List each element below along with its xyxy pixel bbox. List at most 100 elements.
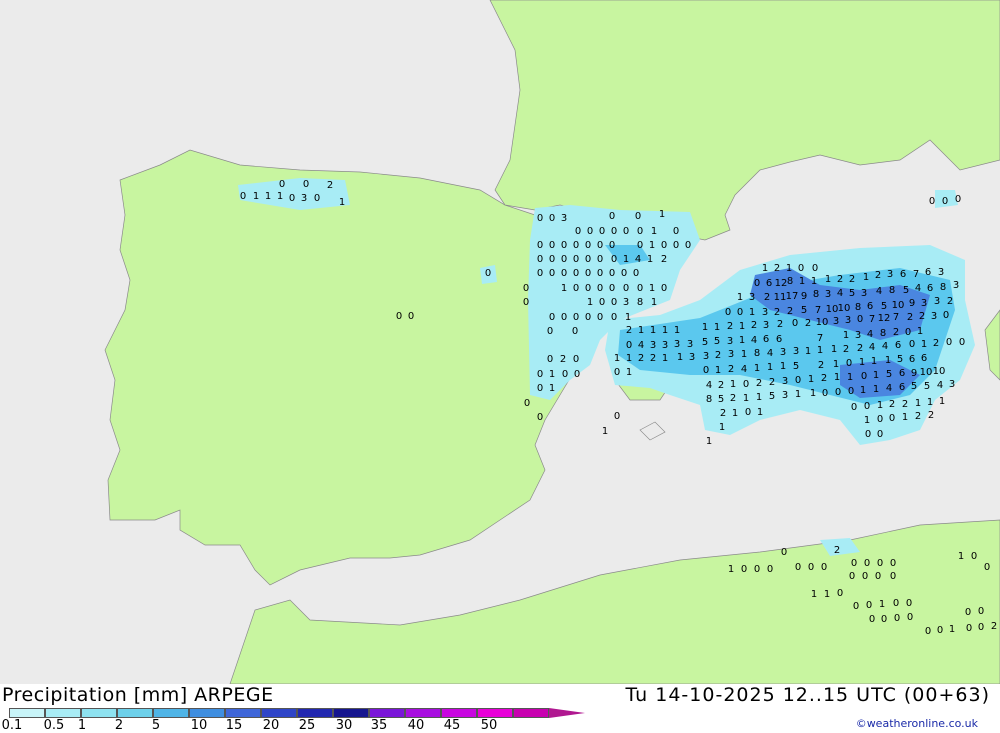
precip-value: 1 xyxy=(638,325,644,336)
precip-value: 0 xyxy=(547,326,553,337)
precip-value: 1 xyxy=(834,372,840,383)
precip-value: 0 xyxy=(633,268,639,279)
legend-label: 35 xyxy=(370,718,388,733)
precip-value: 0 xyxy=(864,558,870,569)
precip-value: 1 xyxy=(743,393,749,404)
precip-value: 2 xyxy=(720,408,726,419)
precip-value: 1 xyxy=(795,389,801,400)
precip-value: 2 xyxy=(889,399,895,410)
precip-value: 3 xyxy=(687,339,693,350)
legend-label: 2 xyxy=(114,718,124,733)
precip-value: 0 xyxy=(561,268,567,279)
precip-value: 1 xyxy=(799,276,805,287)
precip-value: 0 xyxy=(537,213,543,224)
precip-value: 0 xyxy=(703,365,709,376)
precip-value: 0 xyxy=(846,358,852,369)
precip-value: 2 xyxy=(907,312,913,323)
legend-label: 30 xyxy=(335,718,353,733)
precip-value: 0 xyxy=(597,240,603,251)
precip-value: 0 xyxy=(614,411,620,422)
precip-value: 3 xyxy=(762,307,768,318)
precip-value: 3 xyxy=(301,193,307,204)
precip-value: 7 xyxy=(817,333,823,344)
precip-value: 1 xyxy=(587,297,593,308)
precip-value: 3 xyxy=(662,340,668,351)
precip-value: 2 xyxy=(893,327,899,338)
precip-value: 2 xyxy=(560,354,566,365)
precip-value: 3 xyxy=(763,320,769,331)
precip-value: 1 xyxy=(730,379,736,390)
precip-value: 0 xyxy=(485,268,491,279)
precip-value: 3 xyxy=(921,298,927,309)
precip-value: 0 xyxy=(754,564,760,575)
precip-value: 0 xyxy=(626,340,632,351)
precip-value: 0 xyxy=(822,388,828,399)
precip-value: 8 xyxy=(880,328,886,339)
precip-value: 1 xyxy=(767,362,773,373)
precip-value: 1 xyxy=(732,408,738,419)
precip-value: 0 xyxy=(959,337,965,348)
precip-value: 0 xyxy=(524,398,530,409)
precip-value: 1 xyxy=(662,353,668,364)
precip-value: 1 xyxy=(757,407,763,418)
precip-value: 4 xyxy=(876,286,882,297)
legend-swatch xyxy=(477,708,513,718)
precip-value: 0 xyxy=(905,327,911,338)
precip-value: 4 xyxy=(869,342,875,353)
precip-value: 1 xyxy=(873,384,879,395)
precip-value: 2 xyxy=(837,274,843,285)
precip-value: 1 xyxy=(741,349,747,360)
precip-value: 2 xyxy=(728,364,734,375)
precip-value: 0 xyxy=(862,571,868,582)
precip-value: 3 xyxy=(949,379,955,390)
precip-value: 6 xyxy=(776,334,782,345)
precip-value: 3 xyxy=(938,267,944,278)
precip-value: 0 xyxy=(597,268,603,279)
precip-value: 0 xyxy=(573,268,579,279)
precip-value: 0 xyxy=(781,547,787,558)
precip-value: 0 xyxy=(599,297,605,308)
precip-value: 2 xyxy=(650,353,656,364)
precip-value: 0 xyxy=(537,383,543,394)
precip-value: 0 xyxy=(837,588,843,599)
precip-value: 0 xyxy=(585,254,591,265)
precip-value: 0 xyxy=(574,369,580,380)
precip-value: 0 xyxy=(907,612,913,623)
precip-value: 2 xyxy=(751,320,757,331)
precip-value: 2 xyxy=(661,254,667,265)
precip-value: 0 xyxy=(549,254,555,265)
precip-value: 0 xyxy=(792,318,798,329)
precip-value: 0 xyxy=(673,240,679,251)
precip-value: 0 xyxy=(812,263,818,274)
precip-value: 0 xyxy=(611,254,617,265)
precip-value: 1 xyxy=(754,363,760,374)
precip-value: 0 xyxy=(537,240,543,251)
precip-value: 2 xyxy=(818,360,824,371)
precip-value: 0 xyxy=(537,268,543,279)
legend-swatch xyxy=(333,708,369,718)
precip-value: 0 xyxy=(561,240,567,251)
precip-value: 0 xyxy=(865,429,871,440)
precip-value: 0 xyxy=(549,312,555,323)
precip-value: 0 xyxy=(609,211,615,222)
credit-link[interactable]: ©weatheronline.co.uk xyxy=(856,717,978,730)
precip-value: 0 xyxy=(946,337,952,348)
precip-value: 6 xyxy=(900,269,906,280)
precip-value: 1 xyxy=(739,321,745,332)
precip-value: 1 xyxy=(625,312,631,323)
precip-value: 0 xyxy=(737,307,743,318)
precip-value: 7 xyxy=(815,305,821,316)
precip-value: 2 xyxy=(915,411,921,422)
precip-value: 0 xyxy=(523,297,529,308)
precip-value: 0 xyxy=(929,196,935,207)
precip-value: 0 xyxy=(637,240,643,251)
precip-value: 3 xyxy=(623,297,629,308)
precip-value: 0 xyxy=(587,226,593,237)
precip-value: 0 xyxy=(942,196,948,207)
map-title: Precipitation [mm] ARPEGE xyxy=(2,684,274,706)
precip-value: 2 xyxy=(727,321,733,332)
precip-value: 0 xyxy=(857,314,863,325)
precip-value: 5 xyxy=(886,369,892,380)
precip-value: 8 xyxy=(940,282,946,293)
precip-value: 1 xyxy=(762,263,768,274)
